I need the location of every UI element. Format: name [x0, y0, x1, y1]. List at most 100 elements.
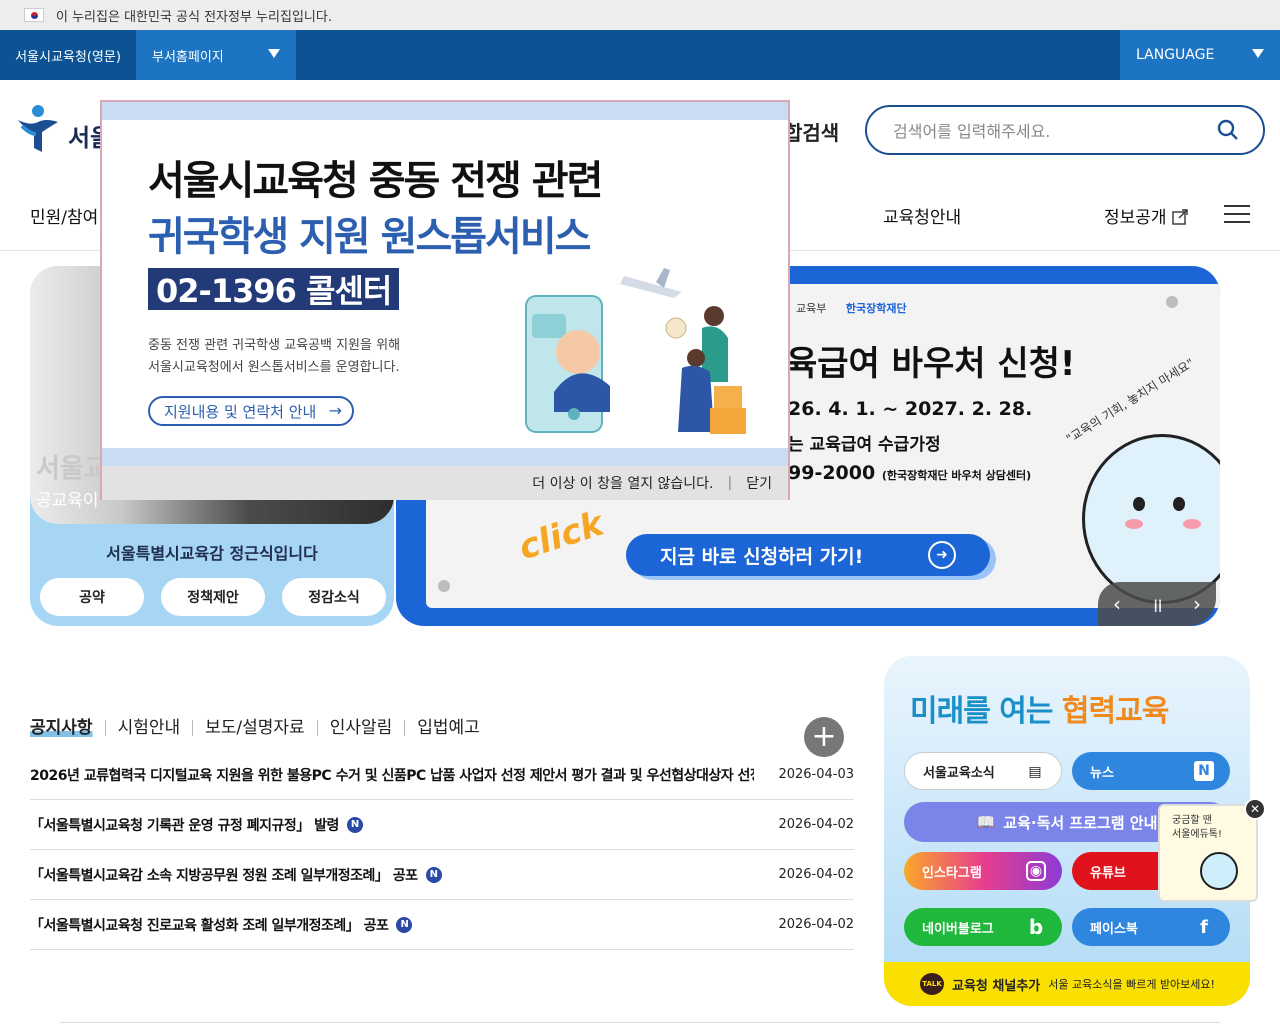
search-icon[interactable]: [1217, 119, 1239, 141]
nav-info-disclosure-label: 정보공개: [1104, 208, 1167, 228]
pause-icon[interactable]: ॥: [1151, 591, 1163, 618]
panel-title-a: 미래를 여는: [910, 694, 1062, 729]
dept-homepage-label: 부서홈페이지: [152, 49, 224, 65]
nav-office-info[interactable]: 교육청안내: [883, 203, 961, 228]
popup-callcenter: 02-1396 콜센터: [148, 268, 400, 310]
popup-desc-2: 서울시교육청에서 원스톱서비스를 운영합니다.: [148, 360, 400, 375]
book-icon: 📖: [976, 813, 996, 831]
apply-now-label: 지금 바로 신청하러 가기!: [660, 545, 864, 568]
edutalk-text: 궁금할 땐 서울에듀톡!: [1172, 814, 1222, 842]
mascot-illustration: [1082, 434, 1220, 604]
banner-phone: 99-2000 (한국장학재단 바우처 상담센터): [788, 462, 1031, 484]
nav-civil[interactable]: 민원/참여: [30, 203, 98, 228]
tab-press[interactable]: 보도/설명자료: [193, 720, 318, 737]
new-badge-icon: N: [425, 866, 442, 883]
tab-notice[interactable]: 공지사항: [30, 720, 106, 737]
korea-flag-icon: [24, 8, 44, 22]
next-slide-icon[interactable]: ›: [1193, 592, 1201, 616]
panel-title-b: 협력교육: [1061, 694, 1169, 729]
notice-popup: 서울시교육청 중동 전쟁 관련 귀국학생 지원 원스톱서비스 02-1396 콜…: [100, 100, 790, 500]
kosaf-logo-text: 한국장학재단: [845, 302, 907, 315]
notice-date: 2026-04-02: [778, 917, 854, 932]
notice-title[interactable]: 「서울특별시교육감 소속 지방공무원 정원 조례 일부개정조례」 공포: [30, 865, 418, 885]
list-item[interactable]: 「서울특별시교육감 소속 지방공무원 정원 조례 일부개정조례」 공포 N 202…: [30, 850, 854, 900]
edutalk-line-2: 서울에듀톡!: [1172, 829, 1223, 840]
nav-info-disclosure[interactable]: 정보공개: [1104, 203, 1188, 228]
kakao-talk-icon: TALK: [920, 973, 944, 995]
search-placeholder: 검색어를 입력해주세요.: [893, 122, 1051, 141]
superintendent-caption: 서울특별시교육감 정근식입니다: [106, 544, 318, 563]
language-label: LANGUAGE: [1136, 47, 1215, 63]
top-bar: 서울시교육청(영문) 부서홈페이지 LANGUAGE: [0, 30, 1280, 80]
instagram-button[interactable]: 인스타그램 ◉: [904, 852, 1062, 890]
banner-date: 26. 4. 1. ~ 2027. 2. 28.: [788, 398, 1033, 420]
naver-blog-icon: b: [1028, 915, 1044, 939]
youtube-label: 유튜브: [1090, 865, 1126, 881]
pledge-button[interactable]: 공약: [40, 578, 144, 616]
menu-icon[interactable]: [1224, 205, 1250, 225]
popup-bottom-band: [102, 448, 788, 466]
english-site-link[interactable]: 서울시교육청(영문): [0, 30, 136, 80]
reading-program-label: 교육·독서 프로그램 안내: [1003, 813, 1158, 832]
notice-title[interactable]: 「서울특별시교육청 진로교육 활성화 조례 일부개정조례」 공포: [30, 915, 389, 935]
click-text: click: [513, 503, 609, 569]
naver-news-icon: N: [1194, 761, 1214, 781]
tab-exam[interactable]: 시험안내: [106, 720, 194, 737]
kakao-channel-bar[interactable]: TALK 교육청 채널추가 서울 교육소식을 빠르게 받아보세요!: [884, 962, 1250, 1006]
seoul-edu-logo-icon[interactable]: [14, 104, 62, 156]
newspaper-icon: ▤: [1028, 764, 1042, 780]
banner-subtitle: 는 교육급여 수급가정: [788, 435, 941, 455]
photo-overlay-sub: 공교육이: [36, 491, 99, 511]
tab-personnel[interactable]: 인사알림: [318, 720, 406, 737]
instagram-icon: ◉: [1026, 861, 1046, 881]
popup-support-info-label: 지원내용 및 연락처 안내: [164, 402, 317, 421]
popup-support-info-button[interactable]: 지원내용 및 연락처 안내 →: [148, 396, 354, 426]
list-item[interactable]: 「서울특별시교육청 진로교육 활성화 조례 일부개정조례」 공포 N 2026-0…: [30, 900, 854, 950]
policy-proposal-button[interactable]: 정책제안: [161, 578, 265, 616]
list-item[interactable]: 「서울특별시교육청 기록관 운영 규정 폐지규정」 발령 N 2026-04-02: [30, 800, 854, 850]
decor-dot: [1166, 296, 1178, 308]
news-link-button[interactable]: 뉴스 N: [1072, 752, 1230, 790]
popup-top-band: [102, 102, 788, 120]
dept-homepage-select[interactable]: 부서홈페이지: [136, 30, 296, 80]
notice-list: 2026년 교류협력국 디지털교육 지원을 위한 불용PC 수거 및 신품PC …: [30, 750, 854, 950]
naver-blog-label: 네이버블로그: [922, 921, 994, 937]
instagram-label: 인스타그램: [922, 865, 982, 881]
popup-close-button[interactable]: 닫기: [746, 473, 772, 493]
close-icon[interactable]: ✕: [1244, 798, 1266, 820]
total-search-label[interactable]: 합검색: [784, 117, 839, 146]
notice-date: 2026-04-03: [778, 767, 854, 782]
search-input[interactable]: 검색어를 입력해주세요.: [865, 105, 1265, 155]
notice-title[interactable]: 「서울특별시교육청 기록관 운영 규정 폐지규정」 발령: [30, 815, 339, 835]
plus-icon: +: [811, 719, 837, 754]
prev-slide-icon[interactable]: ‹: [1113, 592, 1121, 616]
chevron-down-icon: [1252, 49, 1264, 58]
notice-date: 2026-04-02: [778, 817, 854, 832]
popup-desc-1: 중동 전쟁 관련 귀국학생 교육공백 지원을 위해: [148, 338, 401, 353]
panel-title: 미래를 여는 협력교육: [910, 686, 1169, 730]
edutalk-line-1: 궁금할 땐: [1172, 815, 1212, 826]
popup-footer: 더 이상 이 창을 열지 않습니다. | 닫기: [102, 466, 788, 500]
kakao-channel-desc: 서울 교육소식을 빠르게 받아보세요!: [1048, 978, 1215, 991]
notice-title[interactable]: 2026년 교류협력국 디지털교육 지원을 위한 불용PC 수거 및 신품PC …: [30, 765, 754, 785]
news-link-label: 뉴스: [1090, 765, 1114, 781]
news-button[interactable]: 정감소식: [282, 578, 386, 616]
gov-banner-text: 이 누리집은 대한민국 공식 전자정부 누리집입니다.: [56, 9, 332, 25]
language-select[interactable]: LANGUAGE: [1120, 30, 1280, 80]
banner-phone-number: 99-2000: [788, 462, 876, 484]
facebook-icon: f: [1200, 916, 1208, 938]
slider-controls: ‹ ॥ ›: [1098, 582, 1216, 626]
list-item[interactable]: 2026년 교류협력국 디지털교육 지원을 위한 불용PC 수거 및 신품PC …: [30, 750, 854, 800]
footer-divider: [60, 1022, 1220, 1023]
chevron-down-icon: [268, 49, 280, 58]
edutalk-widget[interactable]: 궁금할 땐 서울에듀톡!: [1158, 804, 1258, 902]
seoul-edu-news-button[interactable]: 서울교육소식 ▤: [904, 752, 1062, 790]
popup-heading-1: 서울시교육청 중동 전쟁 관련: [148, 158, 603, 204]
photo-overlay-title: 서울교: [36, 454, 108, 484]
apply-now-button[interactable]: 지금 바로 신청하러 가기! ➜: [626, 534, 990, 576]
naver-blog-button[interactable]: 네이버블로그 b: [904, 908, 1062, 946]
dont-show-again-link[interactable]: 더 이상 이 창을 열지 않습니다.: [532, 473, 713, 493]
banner-slogan: "교육의 기회, 놓치지 마세요": [1063, 355, 1197, 447]
tab-legislation[interactable]: 입법예고: [405, 720, 492, 737]
facebook-button[interactable]: 페이스북 f: [1072, 908, 1230, 946]
